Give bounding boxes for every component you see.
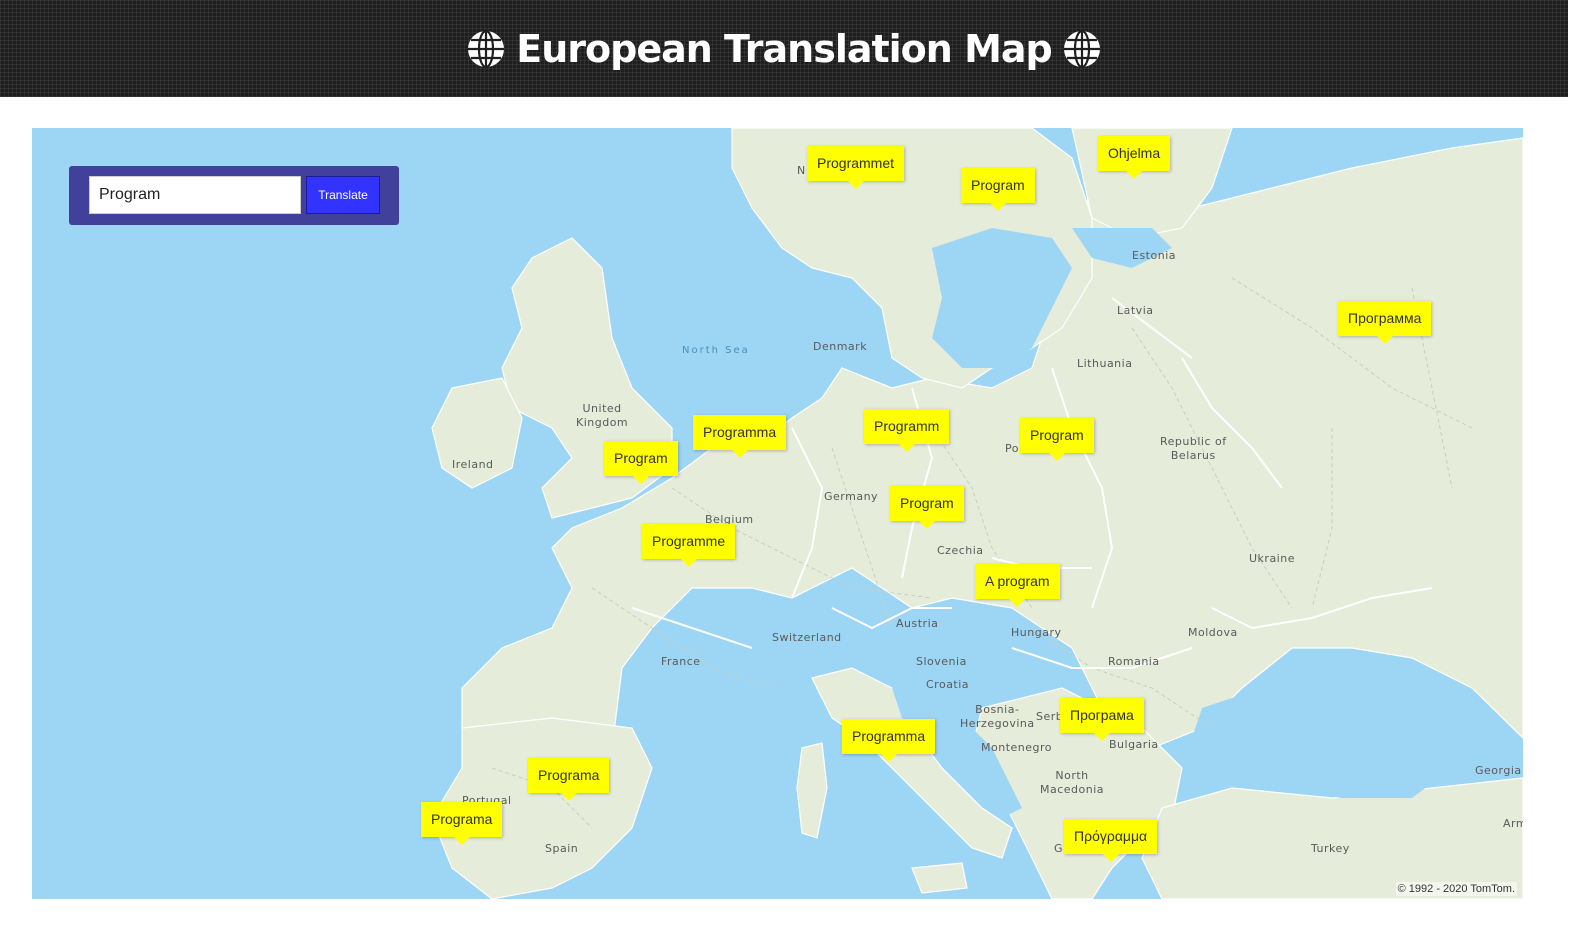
map-label-belarus: Republic of Belarus xyxy=(1160,435,1227,462)
translation-pin-portugal[interactable]: Programa xyxy=(421,802,503,845)
map-label-greece: G xyxy=(1054,842,1064,855)
translation-pin-uk[interactable]: Program xyxy=(604,441,678,484)
map-label-norway: N xyxy=(797,164,806,177)
map-label-hungary: Hungary xyxy=(1011,626,1062,639)
map-label-romania: Romania xyxy=(1108,655,1160,668)
map-label-slovenia: Slovenia xyxy=(916,655,967,668)
globe-icon xyxy=(1063,29,1100,68)
map-label-united-kingdom: United Kingdom xyxy=(576,402,629,429)
map-label-armenia: Arm xyxy=(1503,817,1523,830)
translation-pin-russia[interactable]: Программа xyxy=(1338,301,1432,344)
search-input[interactable] xyxy=(89,176,301,214)
search-panel: Translate xyxy=(69,166,399,225)
translation-pin-poland[interactable]: Program xyxy=(1020,418,1094,461)
map-label-ireland: Ireland xyxy=(452,458,494,471)
map-label-czechia: Czechia xyxy=(937,544,984,557)
map-label-france: France xyxy=(661,655,701,668)
page-title: European Translation Map xyxy=(516,26,1052,71)
translation-pin-bulgaria[interactable]: Програма xyxy=(1060,698,1144,741)
map-label-georgia: Georgia xyxy=(1475,764,1522,777)
translation-pin-germany[interactable]: Programm xyxy=(864,409,950,452)
translation-pin-netherlands[interactable]: Programma xyxy=(693,415,787,458)
map-label-north-sea: North Sea xyxy=(682,345,750,356)
map-label-north-macedonia: North Macedonia xyxy=(1040,769,1105,796)
map-label-switzerland: Switzerland xyxy=(772,631,842,644)
translation-pin-france[interactable]: Programme xyxy=(642,524,736,567)
map-label-bosnia: Bosnia- Herzegovina xyxy=(960,703,1035,730)
map-view[interactable]: North Sea Estonia Latvia Lithuania Denma… xyxy=(32,128,1523,899)
map-label-moldova: Moldova xyxy=(1188,626,1238,639)
map-label-spain: Spain xyxy=(545,842,579,855)
map-label-croatia: Croatia xyxy=(926,678,970,691)
translation-pin-spain[interactable]: Programa xyxy=(528,758,610,801)
map-label-estonia: Estonia xyxy=(1132,249,1176,262)
map-label-poland: Po xyxy=(1005,442,1019,455)
map-label-turkey: Turkey xyxy=(1311,842,1350,855)
map-copyright: © 1992 - 2020 TomTom. xyxy=(1395,882,1517,896)
map-label-bulgaria: Bulgaria xyxy=(1109,738,1159,751)
map-label-lithuania: Lithuania xyxy=(1077,357,1133,370)
map-basemap xyxy=(431,128,1523,899)
translation-pin-italy[interactable]: Programma xyxy=(842,719,936,762)
map-label-denmark: Denmark xyxy=(813,340,868,353)
translation-pin-sweden[interactable]: Program xyxy=(961,168,1035,211)
map-label-montenegro: Montenegro xyxy=(981,741,1053,754)
translation-pin-finland[interactable]: Ohjelma xyxy=(1098,136,1171,179)
map-label-austria: Austria xyxy=(896,617,939,630)
title-group: European Translation Map xyxy=(466,27,1101,71)
map-label-latvia: Latvia xyxy=(1117,304,1154,317)
translation-pin-norway[interactable]: Programmet xyxy=(807,146,905,189)
translation-pin-greece[interactable]: Πρόγραμμα xyxy=(1064,819,1158,862)
translation-pin-czechia[interactable]: Program xyxy=(890,486,964,529)
translation-pin-hungary[interactable]: A program xyxy=(975,564,1060,607)
translate-button[interactable]: Translate xyxy=(306,176,380,214)
map-label-germany: Germany xyxy=(824,490,879,503)
header-banner: European Translation Map xyxy=(0,0,1568,97)
globe-icon xyxy=(468,29,505,68)
map-label-ukraine: Ukraine xyxy=(1249,552,1295,565)
